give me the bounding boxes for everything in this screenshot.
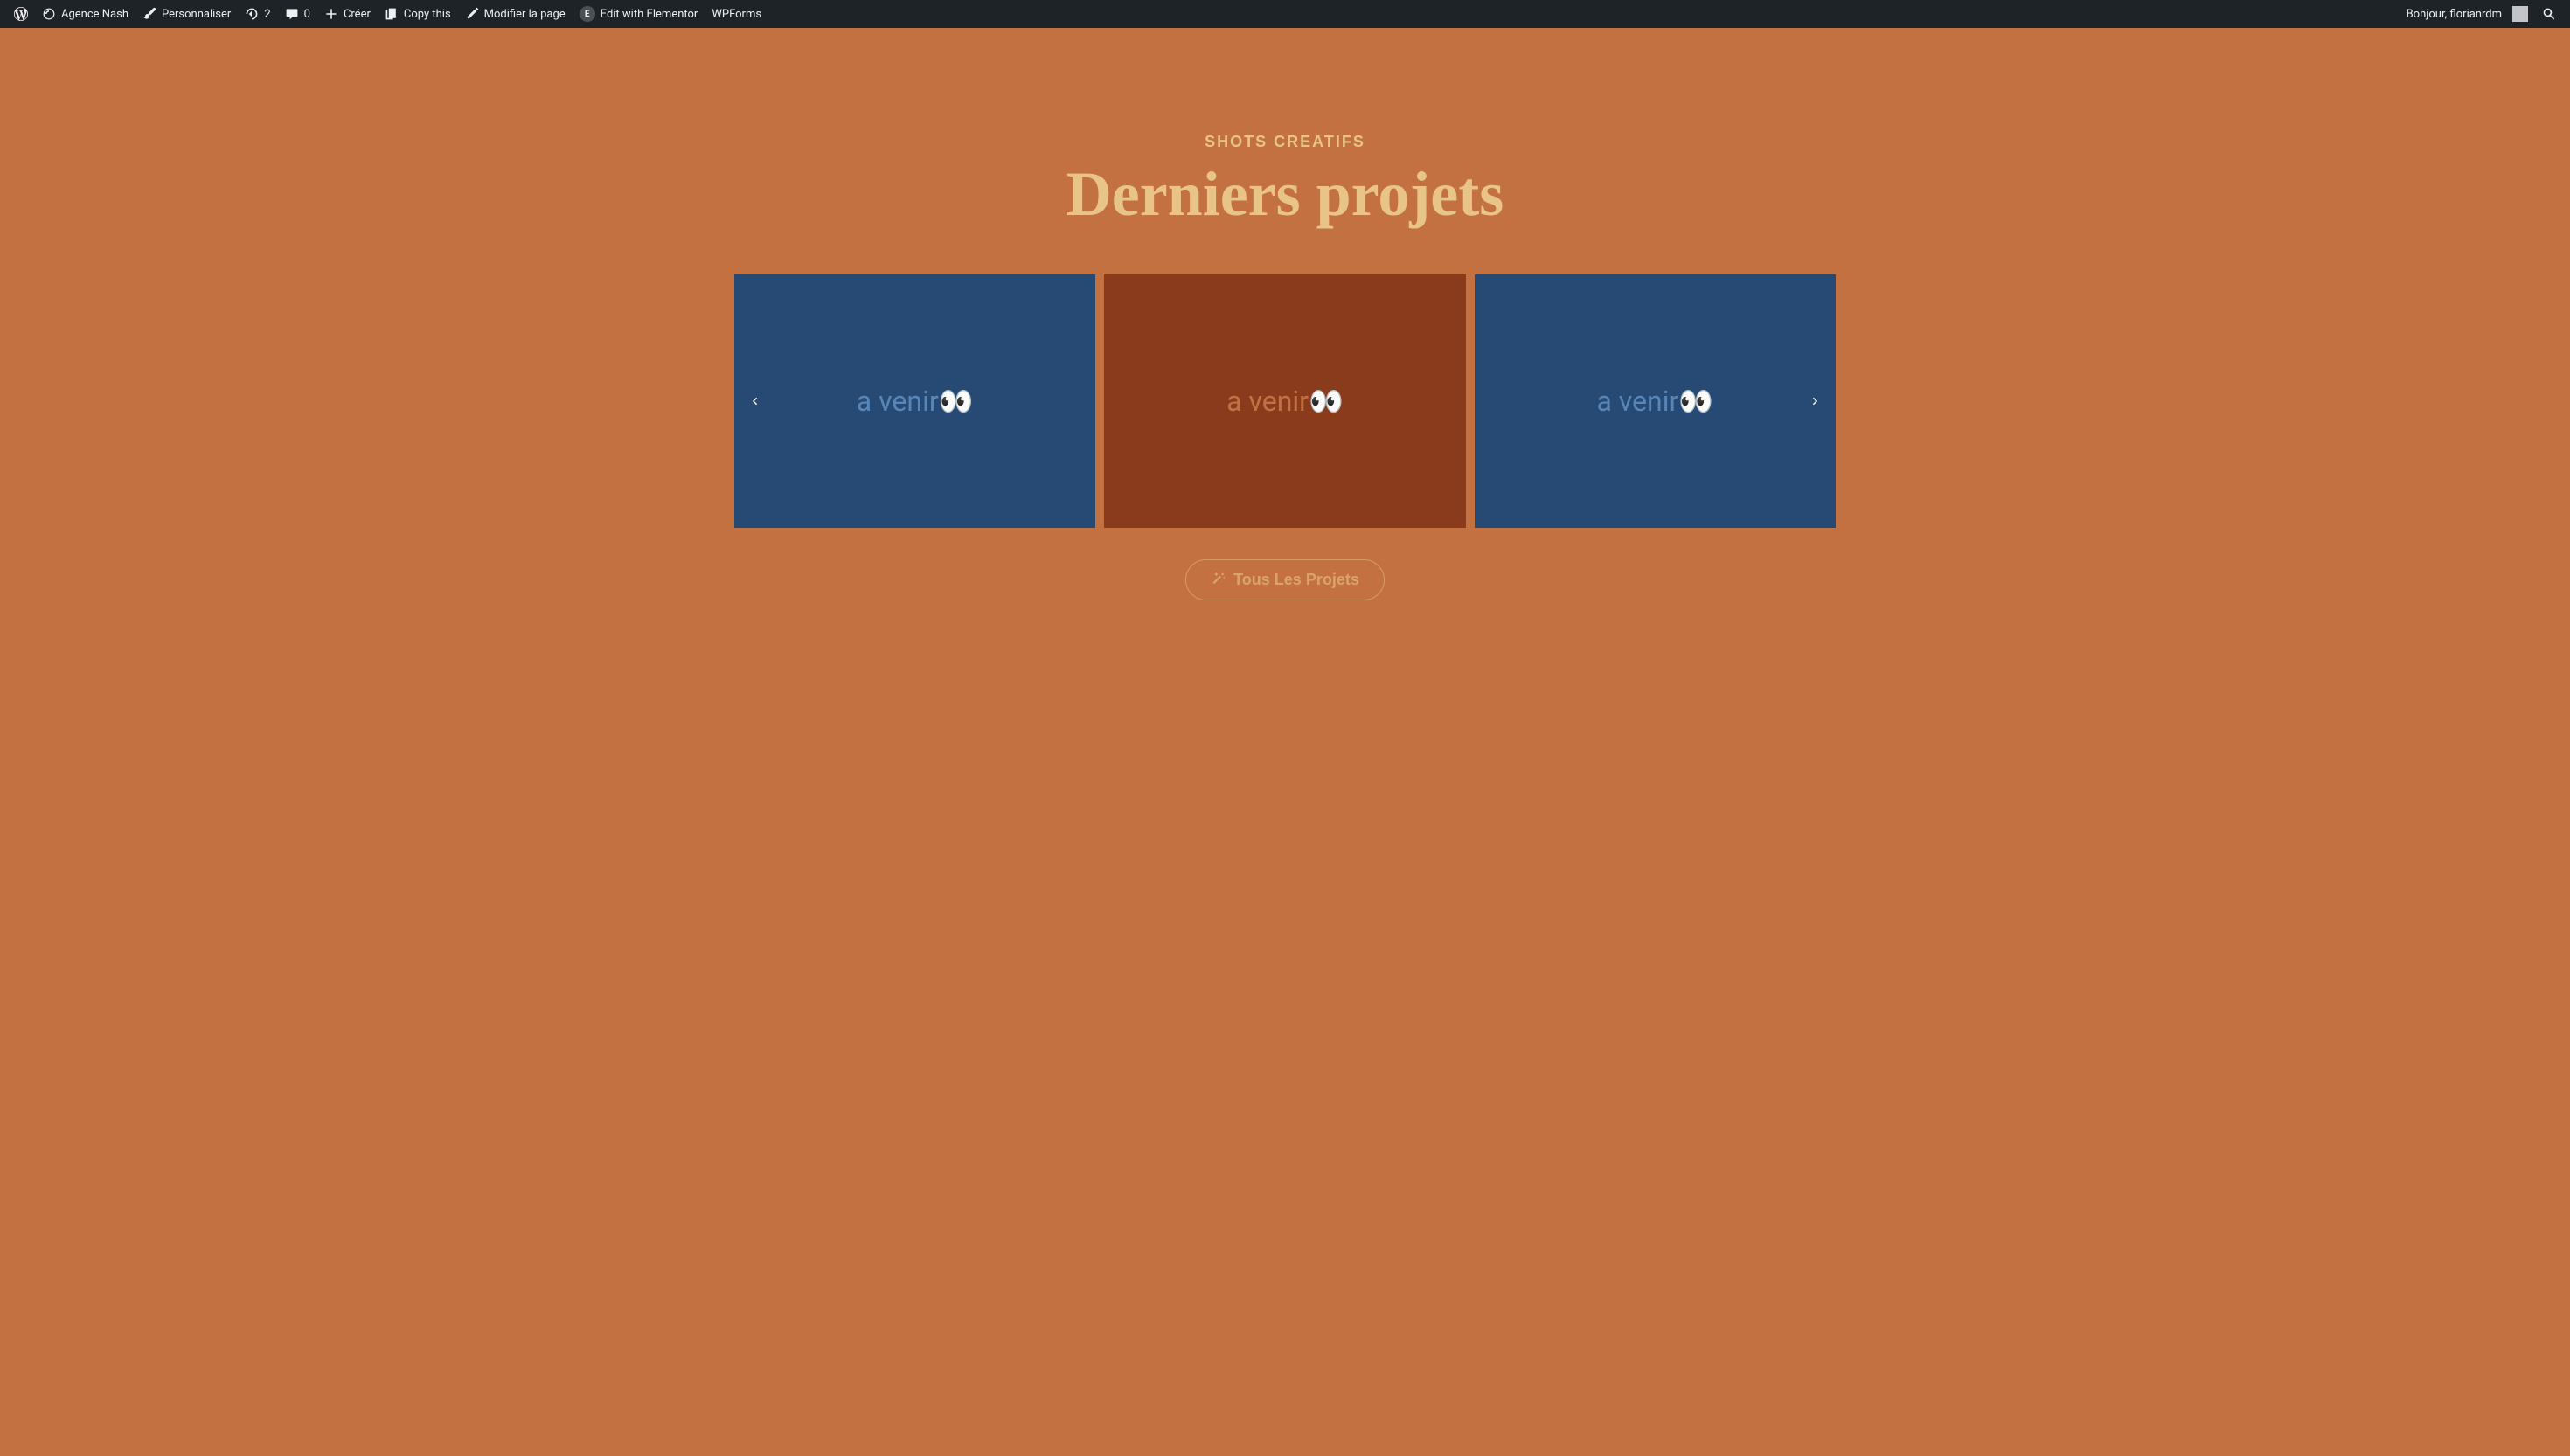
site-name-menu[interactable]: Agence Nash — [35, 0, 135, 28]
updates-count: 2 — [264, 8, 270, 21]
user-greeting: Bonjour, florianrdm — [2407, 8, 2502, 21]
dashboard-icon — [42, 7, 56, 21]
admin-bar-left: Agence Nash Personnaliser 2 0 Créer — [7, 0, 768, 28]
carousel-next-button[interactable] — [1802, 388, 1829, 414]
carousel-item[interactable]: a venir👀 — [734, 274, 1095, 528]
avatar — [2512, 6, 2528, 22]
wand-icon — [1211, 571, 1225, 589]
wordpress-icon — [14, 7, 28, 21]
carousel-item-text: a venir👀 — [857, 385, 974, 418]
search-menu[interactable] — [2535, 0, 2563, 28]
chevron-right-icon — [1809, 391, 1822, 413]
wp-admin-bar: Agence Nash Personnaliser 2 0 Créer — [0, 0, 2570, 28]
section-title: Derniers projets — [1066, 158, 1504, 231]
plus-icon — [324, 7, 338, 21]
site-name-label: Agence Nash — [61, 8, 128, 21]
pencil-icon — [465, 7, 479, 21]
chevron-left-icon — [748, 391, 761, 413]
wp-logo-menu[interactable] — [7, 0, 35, 28]
wpforms-menu[interactable]: WPForms — [705, 0, 768, 28]
edit-page-menu[interactable]: Modifier la page — [458, 0, 573, 28]
customize-menu[interactable]: Personnaliser — [135, 0, 238, 28]
carousel: a venir👀 a venir👀 a venir👀 — [734, 274, 1836, 528]
comments-count: 0 — [304, 8, 310, 21]
copy-this-label: Copy this — [404, 8, 451, 21]
section-subtitle: SHOTS CREATIFS — [1205, 133, 1365, 151]
admin-bar-right: Bonjour, florianrdm — [2400, 0, 2563, 28]
cta-label: Tous Les Projets — [1233, 571, 1359, 589]
carousel-item-text: a venir👀 — [1226, 385, 1344, 418]
elementor-label: Edit with Elementor — [601, 8, 698, 21]
create-menu[interactable]: Créer — [317, 0, 378, 28]
carousel-prev-button[interactable] — [741, 388, 768, 414]
carousel-wrapper: a venir👀 a venir👀 a venir👀 — [734, 274, 1836, 528]
create-label: Créer — [344, 8, 371, 21]
carousel-item-text: a venir👀 — [1596, 385, 1713, 418]
edit-page-label: Modifier la page — [484, 8, 566, 21]
carousel-item[interactable]: a venir👀 — [1104, 274, 1465, 528]
search-icon — [2542, 7, 2556, 21]
customize-label: Personnaliser — [162, 8, 231, 21]
carousel-item[interactable]: a venir👀 — [1475, 274, 1836, 528]
elementor-icon: E — [580, 6, 595, 22]
main-content: SHOTS CREATIFS Derniers projets a venir👀… — [0, 28, 2570, 670]
elementor-menu[interactable]: E Edit with Elementor — [573, 0, 705, 28]
user-menu[interactable]: Bonjour, florianrdm — [2400, 0, 2535, 28]
copy-this-menu[interactable]: Copy this — [378, 0, 458, 28]
wpforms-label: WPForms — [712, 8, 761, 21]
all-projects-button[interactable]: Tous Les Projets — [1185, 559, 1385, 600]
comments-menu[interactable]: 0 — [278, 0, 317, 28]
brush-icon — [142, 7, 156, 21]
copy-icon — [385, 7, 399, 21]
updates-menu[interactable]: 2 — [238, 0, 277, 28]
update-icon — [245, 7, 259, 21]
comment-icon — [285, 7, 299, 21]
